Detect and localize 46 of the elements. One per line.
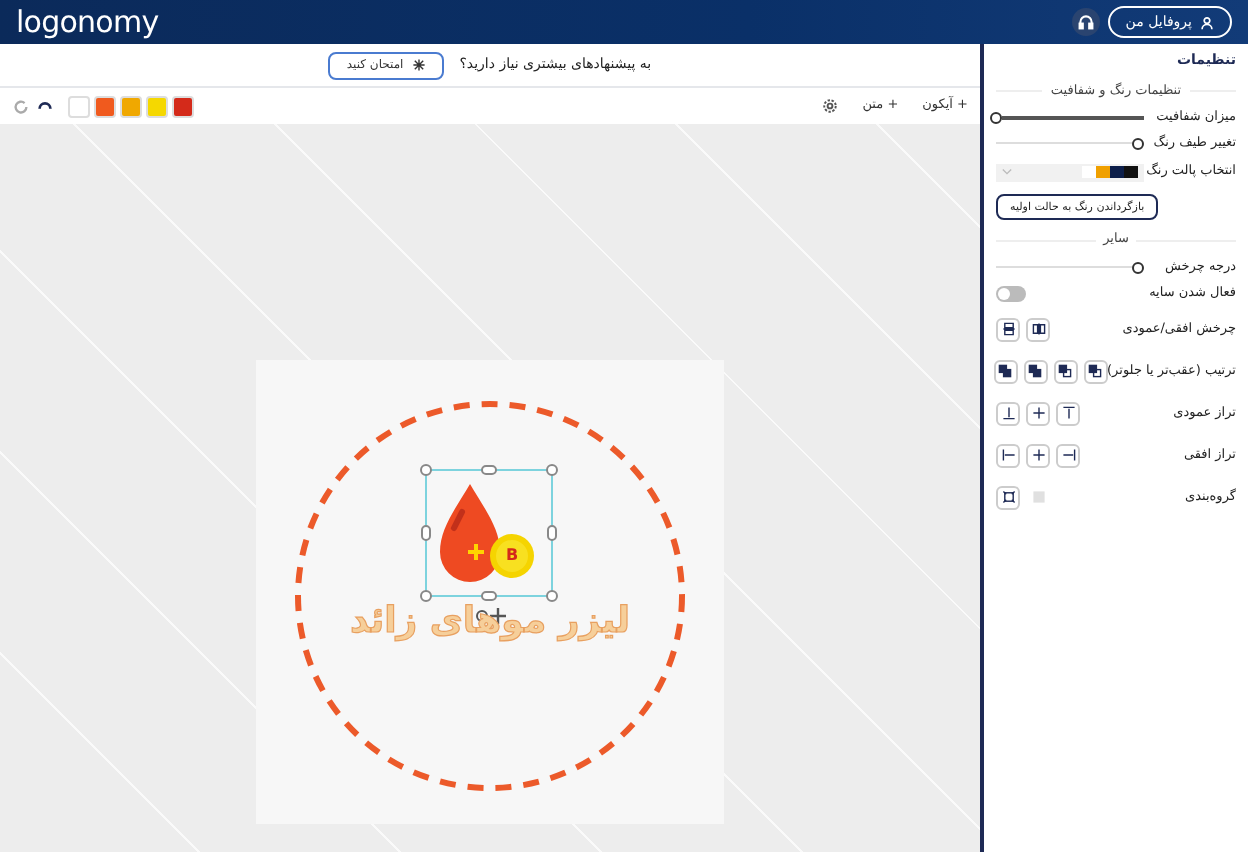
- tool-button[interactable]: [1053, 359, 1078, 383]
- align-center-icon: [1031, 448, 1045, 462]
- tool-button[interactable]: [996, 443, 1020, 467]
- color-swatch[interactable]: [68, 95, 90, 117]
- shadow-toggle[interactable]: [996, 286, 1026, 302]
- chevron-down-icon: [1002, 168, 1012, 177]
- align-right-icon: [1061, 448, 1075, 462]
- color-swatch[interactable]: [94, 95, 116, 117]
- logo: logonomy: [16, 7, 159, 37]
- badge-letter: B: [503, 548, 521, 564]
- tool-button[interactable]: [993, 359, 1018, 383]
- color-swatch[interactable]: [172, 95, 194, 117]
- slider-thumb[interactable]: [1132, 137, 1145, 150]
- color-swatch[interactable]: [146, 95, 168, 117]
- tool-button[interactable]: [1026, 443, 1050, 467]
- tool-button[interactable]: [996, 317, 1020, 341]
- rotate-handle-icon[interactable]: [476, 610, 488, 622]
- tool-button[interactable]: [1026, 401, 1050, 425]
- slider-thumb[interactable]: [1132, 261, 1145, 273]
- settings-icon[interactable]: [822, 98, 839, 114]
- move-handle-icon[interactable]: [488, 606, 508, 626]
- undo-icon[interactable]: [36, 97, 54, 115]
- tool-button[interactable]: [1083, 359, 1108, 383]
- selection-frame[interactable]: [420, 464, 558, 602]
- group-icon: [1001, 490, 1015, 504]
- user-icon: [1200, 15, 1214, 29]
- tool-button[interactable]: [1056, 443, 1080, 467]
- tool-button[interactable]: [996, 485, 1020, 509]
- square-icon: [1031, 490, 1045, 504]
- align-bottom-icon: [1001, 406, 1015, 420]
- align-middle-icon: [1031, 406, 1045, 420]
- slider-thumb[interactable]: [990, 111, 1002, 124]
- slider-track[interactable]: [996, 261, 1144, 273]
- slider-track[interactable]: [996, 137, 1144, 150]
- tool-button[interactable]: [1023, 359, 1048, 383]
- flip-horizontal-icon: [1031, 322, 1045, 336]
- sparkle-icon: [411, 58, 426, 72]
- align-top-icon: [1061, 406, 1075, 420]
- tool-button[interactable]: [1026, 317, 1050, 341]
- color-swatch[interactable]: [120, 95, 142, 117]
- flip-vertical-icon: [1001, 322, 1015, 336]
- palette-dropdown[interactable]: [996, 163, 1144, 182]
- headset-icon[interactable]: [1071, 8, 1100, 36]
- align-left-icon: [1001, 448, 1015, 462]
- slider-track[interactable]: [996, 111, 1144, 124]
- blood-drop-icon: [440, 484, 534, 582]
